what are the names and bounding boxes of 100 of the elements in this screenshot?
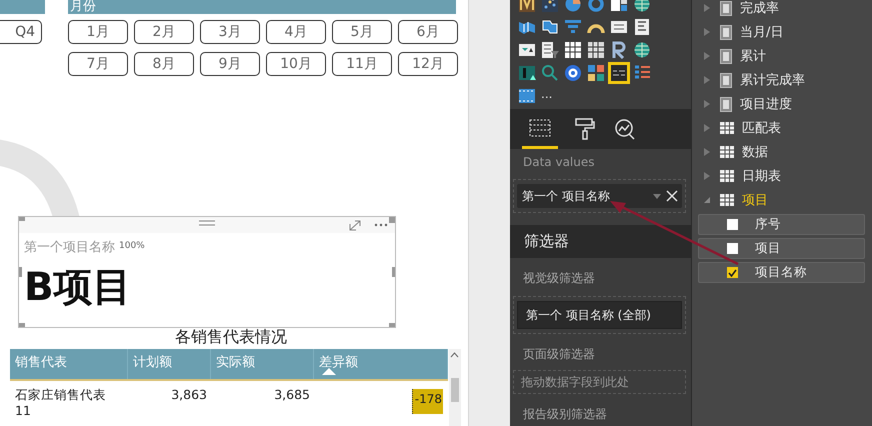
calculator-icon <box>720 48 732 64</box>
funnel-icon[interactable] <box>564 18 582 36</box>
slicer-title: 月份 <box>68 0 456 14</box>
search-icon[interactable] <box>541 64 559 82</box>
slicer-icon[interactable] <box>541 41 559 59</box>
circle-target-icon[interactable] <box>564 64 582 82</box>
pie-chart-icon[interactable] <box>564 0 582 13</box>
kpi-icon[interactable] <box>518 41 536 59</box>
resize-handle[interactable] <box>19 267 22 277</box>
drop-zone[interactable]: 拖动数据字段到此处 <box>513 370 686 394</box>
field-table-row[interactable]: 项目进度 <box>692 92 872 116</box>
magnifier-chart-icon <box>613 117 637 141</box>
field-table-row[interactable]: 累计完成率 <box>692 68 872 92</box>
scatter-chart-icon[interactable] <box>541 0 559 13</box>
field-table-row[interactable]: 数据 <box>692 140 872 164</box>
field-item[interactable]: 序号 <box>698 214 865 235</box>
table-cell-text: 3,863 <box>170 386 208 404</box>
sort-ascending-icon <box>322 368 336 375</box>
section-label: 视觉级筛选器 <box>522 270 596 286</box>
card-visual[interactable]: 第一个项目名称 100% B项目 <box>18 216 396 328</box>
more-visuals-button[interactable]: ... <box>541 87 559 105</box>
calculator-icon <box>720 24 732 40</box>
table-cell: -178 <box>412 389 443 414</box>
section-label: 页面级筛选器 <box>522 346 596 362</box>
well-label: Data values <box>522 154 596 171</box>
checkbox[interactable] <box>727 267 738 278</box>
collapse-icon[interactable] <box>704 196 710 204</box>
column-header[interactable]: 计划额 <box>128 349 211 379</box>
column-header[interactable]: 差异额 <box>314 349 448 379</box>
card-icon[interactable] <box>610 18 628 36</box>
table-icon <box>720 194 734 206</box>
paint-roller-icon <box>573 117 597 141</box>
month-button[interactable]: 1月 <box>68 20 128 44</box>
zoom-percent: 100% <box>119 241 145 251</box>
r-script-icon[interactable] <box>610 41 628 59</box>
month-button[interactable]: 7月 <box>68 52 128 76</box>
quarter-button[interactable]: Q4 <box>0 20 42 44</box>
month-button[interactable]: 5月 <box>332 20 392 44</box>
custom-visual-icon[interactable] <box>518 64 536 82</box>
multi-row-card-icon[interactable] <box>633 18 651 36</box>
section-label: 报告级别筛选器 <box>522 406 608 422</box>
filter-card[interactable]: 第一个 项目名称 (全部) <box>517 301 682 329</box>
globe-icon[interactable] <box>633 41 651 59</box>
field-item[interactable]: 项目 <box>698 238 865 259</box>
ribbon-chart-icon[interactable] <box>518 0 536 13</box>
calculator-icon <box>720 96 732 112</box>
field-table-row[interactable]: 项目 <box>692 188 872 212</box>
month-button[interactable]: 8月 <box>134 52 194 76</box>
resize-handle[interactable] <box>19 217 25 221</box>
donut-chart-icon[interactable] <box>587 0 605 13</box>
checkbox[interactable] <box>727 219 738 230</box>
month-button[interactable]: 4月 <box>266 20 326 44</box>
field-item[interactable]: 项目名称 <box>698 262 865 283</box>
field-table-row[interactable]: 当月/日 <box>692 20 872 44</box>
card-label: 第一个项目名称 <box>24 239 115 256</box>
resize-handle[interactable] <box>389 323 395 327</box>
field-table-row[interactable]: 完成率 <box>692 0 872 20</box>
calculator-icon <box>720 72 732 88</box>
table-icon[interactable] <box>564 41 582 59</box>
globe-icon[interactable] <box>633 0 651 13</box>
remove-icon[interactable] <box>666 190 678 202</box>
drag-handle-icon[interactable] <box>199 218 215 228</box>
film-strip-icon[interactable] <box>518 87 536 105</box>
matrix-icon[interactable] <box>587 41 605 59</box>
field-table-row[interactable]: 日期表 <box>692 164 872 188</box>
month-button[interactable]: 11月 <box>332 52 392 76</box>
month-button[interactable]: 12月 <box>398 52 458 76</box>
month-button[interactable]: 10月 <box>266 52 326 76</box>
table-icon <box>720 146 734 158</box>
resize-handle[interactable] <box>19 323 25 327</box>
scrollbar-thumb[interactable] <box>451 378 459 402</box>
table-icon <box>720 122 734 134</box>
table-cell-text: 3,685 <box>273 386 311 404</box>
text-visual-icon[interactable] <box>610 64 628 82</box>
table-title: 各销售代表情况 <box>175 328 287 346</box>
column-header[interactable]: 销售代表 <box>10 349 128 379</box>
month-button[interactable]: 3月 <box>200 20 260 44</box>
table-cell-text: 石家庄销售代表 11 <box>14 386 107 419</box>
card-value: B项目 <box>24 265 132 311</box>
month-button[interactable]: 6月 <box>398 20 458 44</box>
more-options-icon[interactable] <box>374 223 388 227</box>
field-chip[interactable]: 第一个 项目名称 <box>517 184 682 208</box>
month-button[interactable]: 2月 <box>134 20 194 44</box>
table-icon <box>720 170 734 182</box>
calculator-icon <box>720 0 732 16</box>
tiles-icon[interactable] <box>587 64 605 82</box>
filled-map-icon[interactable] <box>541 18 559 36</box>
resize-handle[interactable] <box>392 267 395 277</box>
focus-mode-icon[interactable] <box>349 220 361 231</box>
resize-handle[interactable] <box>389 217 395 223</box>
dropdown-caret-icon[interactable] <box>653 194 661 198</box>
field-table-row[interactable]: 匹配表 <box>692 116 872 140</box>
scroll-up-icon[interactable] <box>450 352 459 358</box>
filters-header: 筛选器 <box>510 225 691 258</box>
month-button[interactable]: 9月 <box>200 52 260 76</box>
slicer-header <box>0 0 45 14</box>
checkbox[interactable] <box>727 243 738 254</box>
field-table-row[interactable]: 累计 <box>692 44 872 68</box>
treemap-icon[interactable] <box>610 0 628 13</box>
column-header[interactable]: 实际额 <box>211 349 314 379</box>
